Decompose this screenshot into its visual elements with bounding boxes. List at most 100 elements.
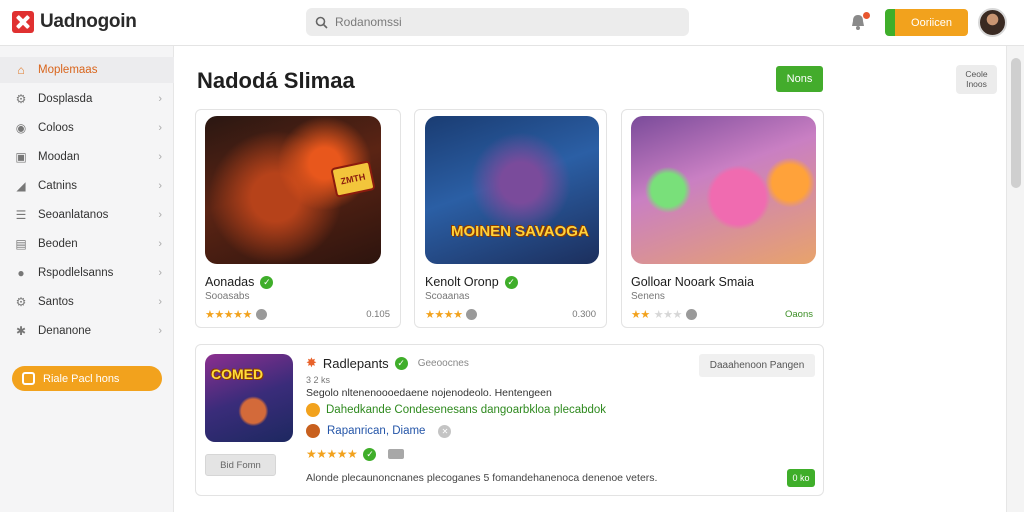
notification-button[interactable] xyxy=(848,12,870,34)
sidebar-item-label: Santos xyxy=(38,296,74,308)
game-card-name: Aonadas xyxy=(205,275,255,289)
close-icon[interactable]: ✕ xyxy=(438,424,452,438)
sidebar-item-label: Beoden xyxy=(38,238,78,250)
featured-header: ✸ Radlepants ✓ Geeoocnes xyxy=(306,355,469,371)
featured-description: Segolo nltenenoooedaene nojenodeolo. Hen… xyxy=(306,387,552,399)
sidebar-item-1[interactable]: ⚙ Dosplasda › xyxy=(0,86,174,112)
search-icon xyxy=(315,16,328,29)
sidebar-item-label: Denanone xyxy=(38,325,92,337)
sidebar-item-label: Dosplasda xyxy=(38,93,93,105)
user-avatar[interactable] xyxy=(978,8,1007,37)
app-logo[interactable]: Uadnogoin xyxy=(12,11,137,33)
game-card-title: Golloar Nooark Smaia xyxy=(631,275,754,289)
featured-title: Radlepants xyxy=(322,355,389,371)
chevron-right-icon: › xyxy=(158,93,162,105)
chart-icon: ◢ xyxy=(16,179,26,193)
art-title: MOINEN SAVAOGA xyxy=(451,223,589,240)
scroll-thumb[interactable] xyxy=(1011,58,1021,188)
sidebar-item-8[interactable]: ⚙ Santos › xyxy=(0,289,174,315)
sidebar-item-3[interactable]: ▣ Moodan › xyxy=(0,144,174,170)
info-icon xyxy=(466,309,478,320)
game-card[interactable]: ZMTH Aonadas ✓ Sooasabs ★★★★★ 0.105 xyxy=(195,109,401,328)
sidebar-item-home[interactable]: ⌂ Moplemaas xyxy=(0,57,174,83)
page-title: Nadodá Slimaa xyxy=(197,68,355,93)
square-icon xyxy=(22,372,35,385)
info-icon xyxy=(685,309,697,320)
verified-icon: ✓ xyxy=(394,356,408,370)
top-bar: Uadnogoin Ooriicen xyxy=(0,0,1024,46)
game-card[interactable]: Golloar Nooark Smaia Senens ★★ ★★★ Oaons xyxy=(621,109,824,328)
game-card-subtitle: Senens xyxy=(631,291,665,302)
art-badge: ZMTH xyxy=(330,160,376,198)
sidebar-item-label: Rspodlelsanns xyxy=(38,267,114,279)
chevron-right-icon: › xyxy=(158,267,162,279)
media-icon: ▣ xyxy=(15,150,27,164)
settings-icon: ⚙ xyxy=(15,295,27,309)
game-card-meta: 0.300 xyxy=(572,309,596,320)
game-card-title: Kenolt Oronp ✓ xyxy=(425,275,518,289)
featured-developer[interactable]: Rapanrican, Diame ✕ xyxy=(306,424,452,438)
game-art-image: MOINEN SAVAOGA xyxy=(425,116,599,264)
star-rating: ★★★★★ xyxy=(631,308,697,321)
list-icon: ☰ xyxy=(15,208,27,222)
sidebar-cta-button[interactable]: Riale Pacl hons xyxy=(12,366,162,391)
search-input[interactable] xyxy=(335,15,655,29)
side-mini-button[interactable]: Ceole Inoos xyxy=(956,65,997,94)
stars-empty: ★★★ xyxy=(653,309,683,321)
gamepad-icon: ◉ xyxy=(15,121,27,135)
sidebar-cta-label: Riale Pacl hons xyxy=(43,372,120,385)
sidebar-item-label: Moodan xyxy=(38,151,80,163)
game-art-image: ZMTH xyxy=(205,116,381,264)
info-icon xyxy=(255,309,267,320)
featured-features[interactable]: Dahedkande Condesenesans dangoarbkloa pl… xyxy=(306,403,606,417)
featured-ghost-button[interactable]: Bid Fomn xyxy=(205,454,276,476)
sidebar-item-7[interactable]: ● Rspodlelsanns › xyxy=(0,260,174,286)
verified-icon: ✓ xyxy=(504,275,518,289)
sidebar-item-5[interactable]: ☰ Seoanlatanos › xyxy=(0,202,174,228)
sidebar-item-9[interactable]: ✱ Denanone › xyxy=(0,318,174,344)
featured-card[interactable]: COMED ✸ Radlepants ✓ Geeoocnes Daaahenoo… xyxy=(195,344,824,496)
settings-icon: ⚙ xyxy=(15,92,27,106)
sidebar-item-label: Seoanlatanos xyxy=(38,209,109,221)
home-icon: ⌂ xyxy=(17,63,25,77)
sidebar-item-label: Moplemaas xyxy=(38,64,98,76)
chevron-right-icon: › xyxy=(158,238,162,250)
game-card-name: Golloar Nooark Smaia xyxy=(631,275,754,289)
stars-filled: ★★★★★ xyxy=(306,447,358,461)
notification-dot xyxy=(863,12,870,19)
app-title: Uadnogoin xyxy=(40,11,137,32)
sidebar: ⌂ Moplemaas ⚙ Dosplasda › ◉ Coloos › ▣ M… xyxy=(0,46,174,512)
game-card-title: Aonadas ✓ xyxy=(205,275,274,289)
featured-count-badge: 0 ko xyxy=(787,469,815,487)
stars-filled: ★★ xyxy=(631,309,650,321)
chevron-right-icon: › xyxy=(158,296,162,308)
sidebar-item-2[interactable]: ◉ Coloos › xyxy=(0,115,174,141)
chevron-right-icon: › xyxy=(158,180,162,192)
chevron-right-icon: › xyxy=(158,122,162,134)
game-card-meta: 0.105 xyxy=(366,309,390,320)
featured-pill-button[interactable]: Daaahenoon Pangen xyxy=(699,354,815,377)
search-bar[interactable] xyxy=(306,8,689,36)
feature-icon xyxy=(306,403,320,417)
star-rating: ★★★★★ ✓ xyxy=(306,447,405,461)
featured-category: Geeoocnes xyxy=(417,357,469,369)
star-rating: ★★★★ xyxy=(425,308,478,321)
featured-art-image: COMED xyxy=(205,354,293,442)
sidebar-item-6[interactable]: ▤ Beoden › xyxy=(0,231,174,257)
game-card-name: Kenolt Oronp xyxy=(425,275,499,289)
game-card-subtitle: Scoaanas xyxy=(425,291,470,302)
features-text: Dahedkande Condesenesans dangoarbkloa pl… xyxy=(326,404,607,416)
featured-small-text: 3 2 ks xyxy=(306,375,331,385)
header-action-button[interactable]: Ooriicen xyxy=(885,9,968,36)
verified-icon: ✓ xyxy=(260,275,274,289)
scrollbar[interactable] xyxy=(1006,46,1024,512)
sidebar-item-4[interactable]: ◢ Catnins › xyxy=(0,173,174,199)
game-card[interactable]: MOINEN SAVAOGA Kenolt Oronp ✓ Scoaanas ★… xyxy=(414,109,607,328)
chevron-right-icon: › xyxy=(158,209,162,221)
tag-icon xyxy=(388,449,405,459)
stars-filled: ★★★★★ xyxy=(205,309,252,321)
star-rating: ★★★★★ xyxy=(205,308,267,321)
game-art-image xyxy=(631,116,816,264)
gear-icon: ✱ xyxy=(15,324,27,338)
new-button[interactable]: Nons xyxy=(776,66,823,92)
